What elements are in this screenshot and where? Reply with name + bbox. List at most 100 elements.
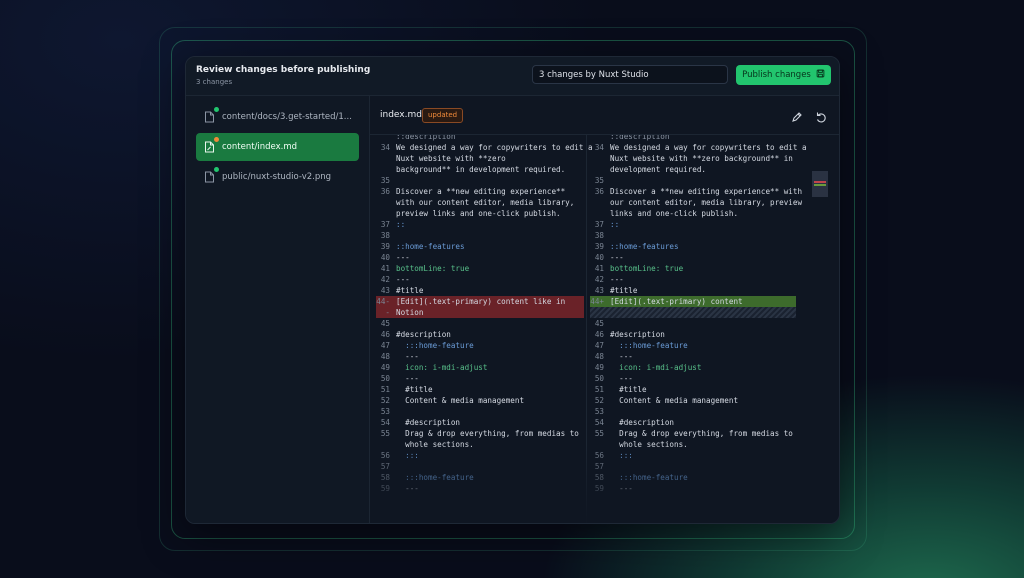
line-content: Content & media management: [610, 396, 739, 405]
code-line: 57: [590, 461, 802, 472]
line-number: 58: [594, 473, 604, 482]
line-number: 38: [380, 231, 390, 240]
review-header: Review changes before publishing 3 chang…: [186, 57, 839, 96]
line-number: 34: [594, 143, 604, 152]
line-number: 57: [380, 462, 390, 471]
code-line: 56 :::: [590, 450, 802, 461]
line-content: ---: [396, 253, 410, 262]
modified-pane: ::description 34 We designed a way for cop…: [590, 135, 807, 523]
sidebar-item-label: content/docs/3.get-started/1...: [222, 112, 352, 122]
sidebar-item-index-md[interactable]: content/index.md: [196, 133, 359, 161]
changed-files-sidebar: content/docs/3.get-started/1... content/…: [186, 96, 370, 523]
sidebar-item-nuxt-studio-png[interactable]: public/nuxt-studio-v2.png: [196, 163, 359, 191]
line-number: 52: [380, 396, 390, 405]
line-number: 40: [594, 253, 604, 262]
code-line: links and one-click publish.: [590, 208, 802, 219]
line-number: 59: [594, 484, 604, 493]
line-number: 45: [594, 319, 604, 328]
code-line: 46 #description: [590, 329, 802, 340]
code-line: 36 Discover a **new editing experience** …: [590, 186, 802, 197]
line-content: Content & media management: [396, 396, 525, 405]
line-content: ---: [396, 352, 419, 361]
line-content: #title: [396, 286, 424, 295]
code-line: with our content editor, media library,: [376, 197, 588, 208]
line-content: our content editor, media library, previ…: [610, 198, 803, 207]
line-content: Nuxt website with **zero background** in: [610, 154, 793, 163]
code-line: 59 ---: [376, 483, 588, 494]
line-content: bottomLine: true: [610, 264, 684, 273]
code-line: 40 ---: [376, 252, 588, 263]
commit-message-input[interactable]: [532, 65, 728, 84]
line-content: Discover a **new editing experience**: [396, 187, 566, 196]
code-line: 35: [376, 175, 588, 186]
diff-editor[interactable]: ::description 34 We designed a way for cop…: [370, 135, 839, 523]
line-content: ---: [610, 275, 624, 284]
file-name: index.md: [380, 110, 422, 120]
line-content: whole sections.: [610, 440, 688, 449]
line-number: 43: [380, 286, 390, 295]
diff-header: index.md updated: [370, 96, 839, 135]
line-content: bottomLine: true: [396, 264, 470, 273]
undo-icon[interactable]: [815, 108, 827, 123]
code-line: 34 We designed a way for copywriters to e…: [590, 142, 807, 153]
line-number: 34: [380, 143, 390, 152]
line-number: 39: [380, 242, 390, 251]
line-content: We designed a way for copywriters to edi…: [396, 143, 593, 152]
line-number: 38: [594, 231, 604, 240]
code-line: 37::: [590, 219, 802, 230]
code-line: 53: [590, 406, 802, 417]
code-line: 38: [590, 230, 802, 241]
line-content: :::home-feature: [396, 341, 474, 350]
line-number: 35: [380, 176, 390, 185]
line-number: 56: [380, 451, 390, 460]
line-number: 57: [594, 462, 604, 471]
code-line: our content editor, media library, previ…: [590, 197, 802, 208]
line-content: :::: [610, 451, 633, 460]
line-content: ---: [610, 352, 633, 361]
line-number: 35: [594, 176, 604, 185]
line-number: 44-: [376, 297, 390, 306]
code-line: 34 We designed a way for copywriters to e…: [376, 142, 593, 153]
code-line: 58 :::home-feature: [376, 472, 588, 483]
line-content: icon: i-mdi-adjust: [396, 363, 488, 372]
diff-minimap[interactable]: [812, 171, 828, 197]
line-number: 44+: [590, 297, 604, 306]
line-number: 45: [380, 319, 390, 328]
line-content: preview links and one-click publish.: [396, 209, 561, 218]
code-line: 54 #description: [590, 417, 802, 428]
line-number: 37: [594, 220, 604, 229]
code-line: 46 #description: [376, 329, 588, 340]
sidebar-item-docs-get-started[interactable]: content/docs/3.get-started/1...: [196, 103, 359, 131]
line-content: whole sections.: [396, 440, 474, 449]
line-number: 49: [594, 363, 604, 372]
line-content: ::description: [610, 135, 670, 141]
code-line: Nuxt website with **zero background** in: [590, 153, 802, 164]
line-content: #description: [396, 330, 451, 339]
line-number: 52: [594, 396, 604, 405]
line-number: 50: [380, 374, 390, 383]
line-content: #description: [610, 330, 665, 339]
code-line: 39::home-features: [376, 241, 588, 252]
line-number: 46: [594, 330, 604, 339]
diff-panel: index.md updated ::description 34 We desig…: [370, 96, 839, 523]
line-content: ---: [396, 275, 410, 284]
code-line: 49 icon: i-mdi-adjust: [590, 362, 802, 373]
code-line: whole sections.: [590, 439, 802, 450]
code-line: 47 :::home-feature: [590, 340, 802, 351]
code-line: ::description: [590, 135, 802, 142]
code-line: preview links and one-click publish.: [376, 208, 588, 219]
code-line: 42 ---: [376, 274, 588, 285]
code-line: 39::home-features: [590, 241, 802, 252]
code-line: 41 bottomLine: true: [376, 263, 588, 274]
line-number: 41: [594, 264, 604, 273]
line-content: ---: [396, 484, 419, 493]
code-line: 37::: [376, 219, 588, 230]
pane-divider: [586, 135, 587, 523]
line-content: ---: [610, 253, 624, 262]
sidebar-item-label: content/index.md: [222, 142, 298, 152]
pencil-icon[interactable]: [791, 108, 803, 122]
line-content: with our content editor, media library,: [396, 198, 575, 207]
publish-changes-button[interactable]: Publish changes: [736, 65, 831, 85]
added-status-dot: [214, 167, 219, 172]
review-changes-window: Review changes before publishing 3 chang…: [185, 56, 840, 524]
